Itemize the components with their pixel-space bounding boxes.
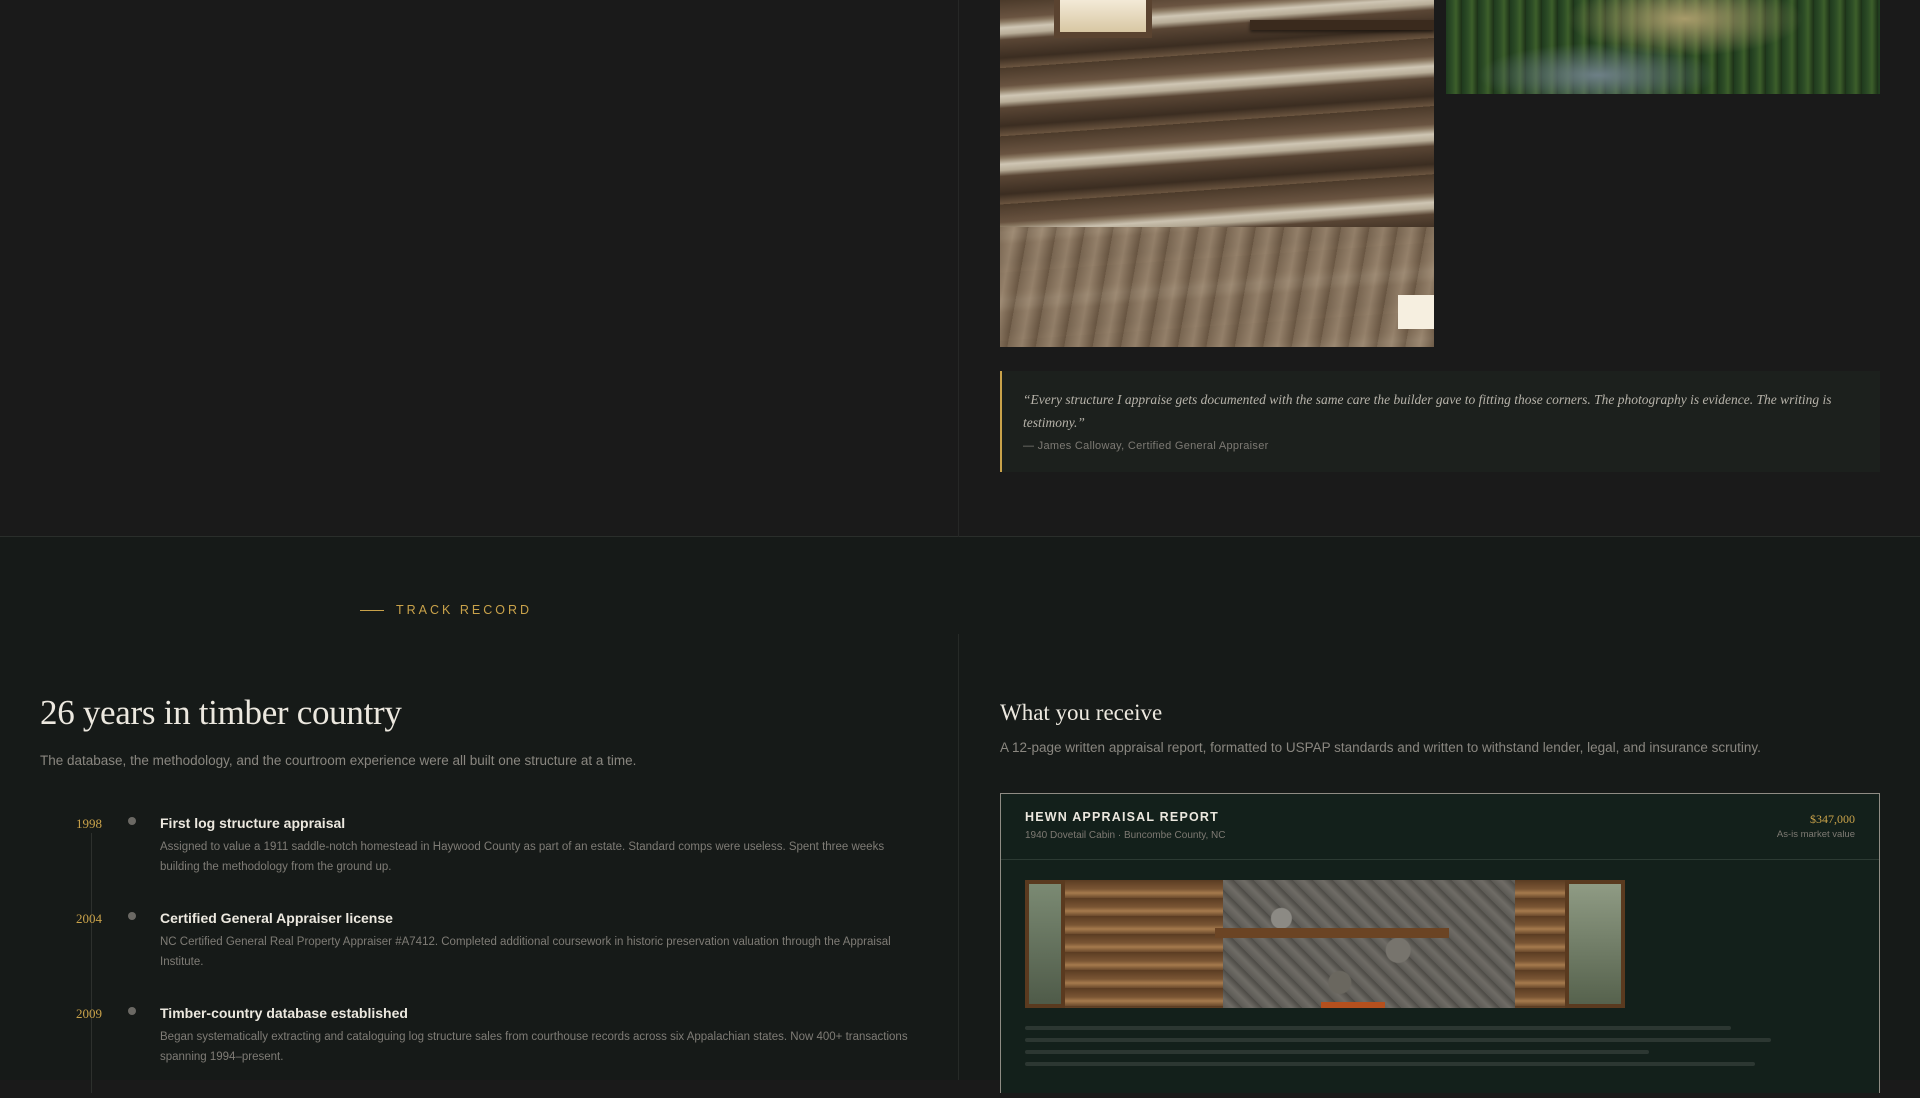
- track-record-section: TRACK RECORD 26 years in timber country …: [0, 537, 1920, 1093]
- timeline-year: 2009: [76, 1006, 102, 1021]
- timeline-title: Certified General Appraiser license: [160, 910, 393, 926]
- report-value: $347,000: [1810, 812, 1855, 826]
- report-name: HEWN APPRAISAL REPORT: [1025, 810, 1219, 824]
- track-record-subtitle: The database, the methodology, and the c…: [40, 753, 637, 768]
- cabin-window: [1054, 0, 1152, 38]
- timeline-description: Began systematically extracting and cata…: [160, 1031, 908, 1063]
- timeline-dot: [128, 1007, 136, 1015]
- eyebrow-label: TRACK RECORD: [396, 603, 533, 617]
- timeline-title: Timber-country database established: [160, 1005, 408, 1021]
- text-placeholder-line: [1025, 1050, 1649, 1054]
- column-divider: [958, 634, 959, 1080]
- eyebrow-rule: [360, 609, 384, 611]
- window-right: [1565, 880, 1625, 1008]
- aerial-forest-photo: [1446, 0, 1880, 94]
- window-left: [1025, 880, 1065, 1008]
- timeline-description: Assigned to value a 1911 saddle-notch ho…: [160, 841, 885, 873]
- report-location: 1940 Dovetail Cabin · Buncombe County, N…: [1025, 830, 1226, 841]
- sample-report-card: HEWN APPRAISAL REPORT 1940 Dovetail Cabi…: [1000, 793, 1880, 1093]
- timeline-item: 2009 Timber-country database established…: [0, 1003, 958, 1098]
- stone-chimney: [1223, 880, 1515, 1008]
- text-placeholder-line: [1025, 1026, 1731, 1030]
- testimonial-section: “Every structure I appraise gets documen…: [0, 0, 1920, 537]
- cabin-interior-photo: [1000, 0, 1434, 347]
- text-placeholder-line: [1025, 1062, 1755, 1066]
- quote-attribution: — James Calloway, Certified General Appr…: [1023, 440, 1269, 452]
- section-eyebrow: TRACK RECORD: [360, 603, 532, 617]
- quote-text: “Every structure I appraise gets documen…: [1023, 392, 1832, 430]
- fireplace-mantel: [1215, 928, 1449, 938]
- column-divider: [958, 0, 959, 537]
- report-header: HEWN APPRAISAL REPORT 1940 Dovetail Cabi…: [1001, 794, 1879, 860]
- fire-glow: [1321, 1002, 1385, 1008]
- timeline-year: 1998: [76, 816, 102, 831]
- cabin-floor: [1000, 227, 1434, 347]
- timeline-year: 2004: [76, 911, 102, 926]
- receive-subtitle: A 12-page written appraisal report, form…: [1000, 740, 1761, 755]
- cabin-shelf: [1250, 20, 1434, 30]
- timeline-dot: [128, 817, 136, 825]
- sunlight-patch: [1398, 295, 1434, 329]
- timeline-dot: [128, 912, 136, 920]
- timeline-description: NC Certified General Real Property Appra…: [160, 936, 891, 968]
- timeline-item: 1998 First log structure appraisal Assig…: [0, 813, 958, 908]
- appraiser-quote: “Every structure I appraise gets documen…: [1000, 371, 1880, 472]
- report-value-label: As-is market value: [1776, 829, 1855, 840]
- receive-title: What you receive: [1000, 700, 1163, 725]
- report-fireplace-photo: [1025, 880, 1625, 1008]
- timeline-title: First log structure appraisal: [160, 815, 346, 831]
- text-placeholder-line: [1025, 1038, 1771, 1042]
- track-record-title: 26 years in timber country: [40, 693, 402, 732]
- timeline-item: 2004 Certified General Appraiser license…: [0, 908, 958, 1003]
